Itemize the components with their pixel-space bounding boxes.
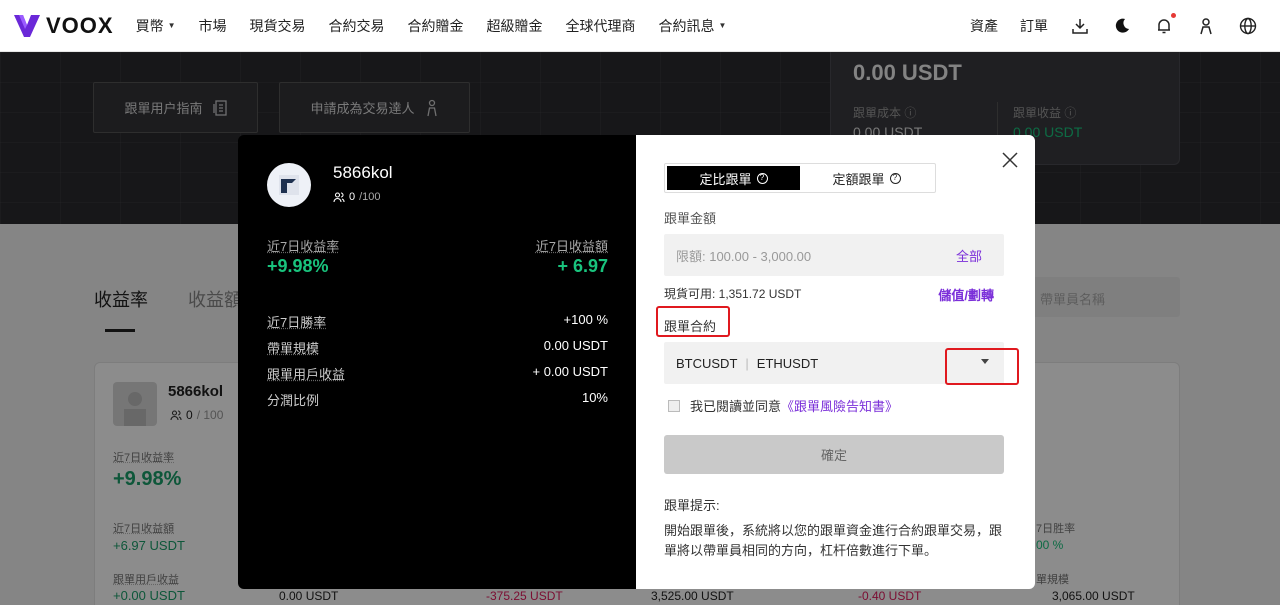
moon-icon[interactable] — [1112, 16, 1132, 36]
nav-label: 市場 — [199, 16, 227, 36]
nav-super-bonus[interactable]: 超級贈金 — [487, 16, 543, 36]
nav-label: 合約訊息 — [659, 16, 715, 36]
profit-share-label: 分潤比例 — [267, 390, 319, 409]
trader-avatar — [267, 163, 311, 207]
max-amount-button[interactable]: 全部 — [956, 246, 982, 265]
amount-placeholder: 限額: 100.00 - 3,000.00 — [676, 246, 811, 265]
copy-mode-toggle: 定比跟單 ? 定額跟單 ? — [664, 163, 936, 193]
nav-label: 現貨交易 — [250, 16, 306, 36]
agreement-text: 我已閱讀並同意《跟單風險告知書》 — [690, 396, 898, 415]
logo-text: VOOX — [46, 13, 114, 39]
nav-global-agent[interactable]: 全球代理商 — [566, 16, 636, 36]
globe-icon[interactable] — [1238, 16, 1258, 36]
scale-label: 帶單規模 — [267, 338, 319, 357]
nav-assets[interactable]: 資產 — [970, 16, 998, 36]
follower-current: 0 — [349, 191, 355, 203]
agree-checkbox[interactable] — [668, 400, 680, 412]
nav-market[interactable]: 市場 — [199, 16, 227, 36]
tab-fixed-copy[interactable]: 定額跟單 ? — [800, 166, 933, 190]
nav-label: 合約交易 — [329, 16, 385, 36]
risk-disclosure-link[interactable]: 《跟單風險告知書》 — [781, 399, 898, 414]
separator: | — [745, 356, 748, 371]
caret-down-icon: ▼ — [719, 21, 727, 30]
win-rate-label: 近7日勝率 — [267, 312, 326, 331]
available-row: 現貨可用: 1,351.72 USDT 儲值/劃轉 — [664, 285, 994, 304]
notification-dot — [1171, 13, 1176, 18]
stat-row: 分潤比例 10% — [267, 390, 608, 409]
people-icon — [333, 191, 345, 203]
logo[interactable]: VOOX — [14, 13, 114, 39]
tab-ratio-copy[interactable]: 定比跟單 ? — [667, 166, 800, 190]
scale-value: 0.00 USDT — [544, 338, 608, 357]
nav-label: 超級贈金 — [487, 16, 543, 36]
roi-label: 近7日收益率 — [267, 236, 339, 255]
pnl-label: 近7日收益額 — [536, 236, 608, 255]
pnl-value: + 6.97 — [557, 256, 608, 277]
nav-label: 合約贈金 — [408, 16, 464, 36]
follower-profit-value: + 0.00 USDT — [532, 364, 608, 383]
follower-count: 0/100 — [333, 191, 381, 203]
close-icon[interactable] — [1001, 151, 1019, 169]
available-balance: 現貨可用: 1,351.72 USDT — [664, 285, 801, 304]
help-icon[interactable]: ? — [757, 173, 768, 184]
nav-label: 買幣 — [136, 16, 164, 36]
voox-logo-icon — [14, 15, 40, 37]
tab-label: 定比跟單 — [699, 169, 751, 188]
confirm-button[interactable]: 確定 — [664, 435, 1004, 474]
caret-down-icon: ▼ — [168, 21, 176, 30]
nav-label: 全球代理商 — [566, 16, 636, 36]
follower-max: /100 — [359, 191, 380, 203]
download-icon[interactable] — [1070, 16, 1090, 36]
follower-profit-label: 跟單用戶收益 — [267, 364, 345, 383]
tip-title: 跟單提示: — [664, 495, 720, 514]
highlight-box — [945, 348, 1019, 385]
agreement-row: 我已閱讀並同意《跟單風險告知書》 — [668, 396, 898, 415]
stat-row: 跟單用戶收益 + 0.00 USDT — [267, 364, 608, 383]
amount-label: 跟單金額 — [664, 208, 716, 227]
nav-futures-info[interactable]: 合約訊息 ▼ — [659, 16, 727, 36]
nav-right: 資產 訂單 — [970, 0, 1258, 52]
nav-spot[interactable]: 現貨交易 — [250, 16, 306, 36]
nav-orders[interactable]: 訂單 — [1020, 16, 1048, 36]
win-rate-value: +100 % — [564, 312, 608, 331]
contract-option: ETHUSDT — [757, 356, 818, 371]
nav-futures[interactable]: 合約交易 — [329, 16, 385, 36]
contract-option: BTCUSDT — [676, 356, 737, 371]
trader-name: 5866kol — [333, 163, 393, 183]
tab-label: 定額跟單 — [832, 169, 884, 188]
tip-body: 開始跟單後，系統將以您的跟單資金進行合約跟單交易，跟單將以帶單員相同的方向，杠杆… — [664, 521, 1004, 561]
stat-row: 近7日勝率 +100 % — [267, 312, 608, 331]
user-icon[interactable] — [1196, 16, 1216, 36]
help-icon[interactable]: ? — [890, 173, 901, 184]
agreement-label: 我已閱讀並同意 — [690, 399, 781, 414]
top-nav: VOOX 買幣 ▼ 市場 現貨交易 合約交易 合約贈金 超級贈金 全球代理商 合約… — [0, 0, 1280, 52]
bell-icon[interactable] — [1154, 16, 1174, 36]
roi-value: +9.98% — [267, 256, 329, 277]
stat-row: 帶單規模 0.00 USDT — [267, 338, 608, 357]
amount-input[interactable]: 限額: 100.00 - 3,000.00 全部 — [664, 234, 1004, 276]
deposit-transfer-link[interactable]: 儲值/劃轉 — [938, 285, 994, 304]
trader-info-panel: 5866kol 0/100 近7日收益率 +9.98% 近7日收益額 + 6.9… — [238, 135, 636, 589]
profit-share-value: 10% — [582, 390, 608, 409]
nav-futures-bonus[interactable]: 合約贈金 — [408, 16, 464, 36]
highlight-box — [656, 306, 730, 337]
copy-trade-modal: 5866kol 0/100 近7日收益率 +9.98% 近7日收益額 + 6.9… — [238, 135, 1035, 589]
copy-settings-panel: 定比跟單 ? 定額跟單 ? 跟單金額 限額: 100.00 - 3,000.00… — [636, 135, 1035, 589]
nav-buy-crypto[interactable]: 買幣 ▼ — [136, 16, 176, 36]
